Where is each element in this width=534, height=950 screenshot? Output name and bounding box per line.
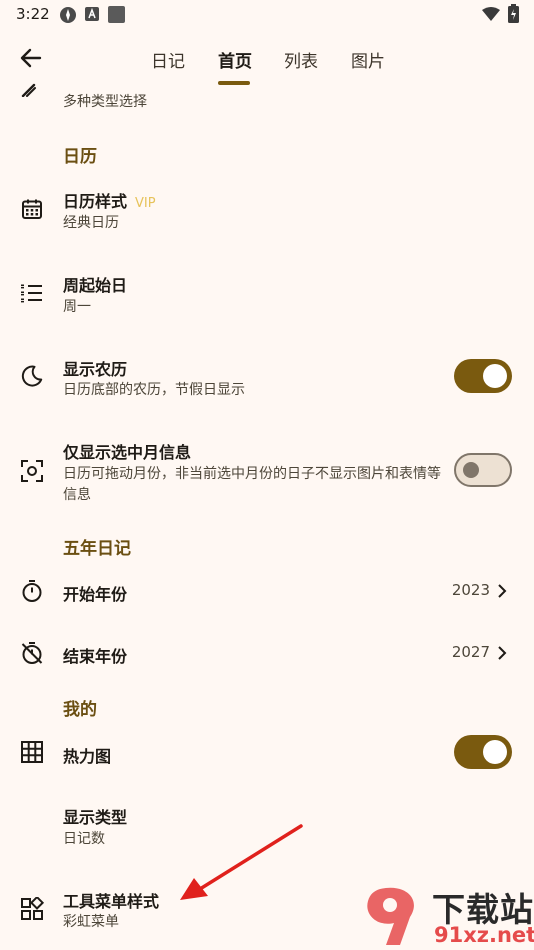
lunar-subtitle: 日历底部的农历，节假日显示 <box>63 382 245 398</box>
pen-icon <box>21 83 36 97</box>
watermark: 下载站 91xz.net <box>360 885 534 950</box>
week-start-subtitle: 周一 <box>63 299 91 315</box>
end-year-value: 2027 <box>451 643 490 661</box>
lunar-toggle[interactable] <box>454 359 512 393</box>
toggle-knob <box>483 364 507 388</box>
watermark-logo-icon <box>367 887 414 945</box>
tab-list[interactable]: 列表 <box>284 47 318 72</box>
toolbar-style-title: 工具菜单样式 <box>63 892 160 911</box>
system-settings-icon <box>60 7 76 23</box>
calendar-style-subtitle: 经典日历 <box>63 215 119 231</box>
status-bar: 3:22 <box>0 0 534 28</box>
a-badge-icon <box>85 7 99 21</box>
calendar-style-title: 日历样式 VIP <box>63 188 156 212</box>
section-header-mine: 我的 <box>63 700 97 720</box>
start-year-value: 2023 <box>451 581 490 599</box>
calendar-style-label: 日历样式 <box>63 192 128 211</box>
moon-icon <box>21 365 43 387</box>
toggle-knob <box>463 462 479 478</box>
tab-diary[interactable]: 日记 <box>151 47 185 72</box>
widgets-icon <box>21 897 44 920</box>
timer-icon <box>22 580 42 602</box>
section-header-five-year: 五年日记 <box>63 539 131 559</box>
timer-off-icon <box>21 642 43 664</box>
grid-icon <box>21 741 43 763</box>
watermark-url: 91xz.net <box>434 923 534 947</box>
vip-badge: VIP <box>135 196 156 211</box>
chevron-right-icon <box>498 584 507 598</box>
section-header-calendar: 日历 <box>63 147 97 167</box>
calendar-icon <box>22 199 42 219</box>
status-time: 3:22 <box>16 5 50 23</box>
heatmap-toggle[interactable] <box>454 735 512 769</box>
start-year-title: 开始年份 <box>63 585 128 604</box>
top-app-bar: 日记 首页 列表 图片 <box>0 28 534 86</box>
only-month-toggle[interactable] <box>454 453 512 487</box>
list-icon <box>21 284 42 303</box>
heatmap-title: 热力图 <box>63 747 112 766</box>
battery-icon <box>508 4 519 23</box>
annotation-arrow <box>180 824 303 900</box>
toolbar-style-subtitle: 彩虹菜单 <box>63 914 119 930</box>
toggle-knob <box>483 740 507 764</box>
wifi-icon <box>482 7 500 21</box>
lunar-title: 显示农历 <box>63 360 128 379</box>
week-start-title: 周起始日 <box>63 276 128 295</box>
end-year-title: 结束年份 <box>63 647 128 666</box>
display-type-title: 显示类型 <box>63 808 128 827</box>
tab-images[interactable]: 图片 <box>351 47 385 72</box>
focus-icon <box>21 460 43 482</box>
square-icon <box>108 6 125 23</box>
only-month-title: 仅显示选中月信息 <box>63 443 192 462</box>
partial-row-subtitle: 多种类型选择 <box>63 94 147 110</box>
tab-home[interactable]: 首页 <box>218 47 252 72</box>
only-month-subtitle: 日历可拖动月份，非当前选中月份的日子不显示图片和表情等信息 <box>63 466 441 503</box>
chevron-right-icon <box>498 646 507 660</box>
arrow-left-icon[interactable] <box>18 45 44 71</box>
display-type-subtitle: 日记数 <box>63 831 105 847</box>
tab-indicator <box>218 81 250 85</box>
